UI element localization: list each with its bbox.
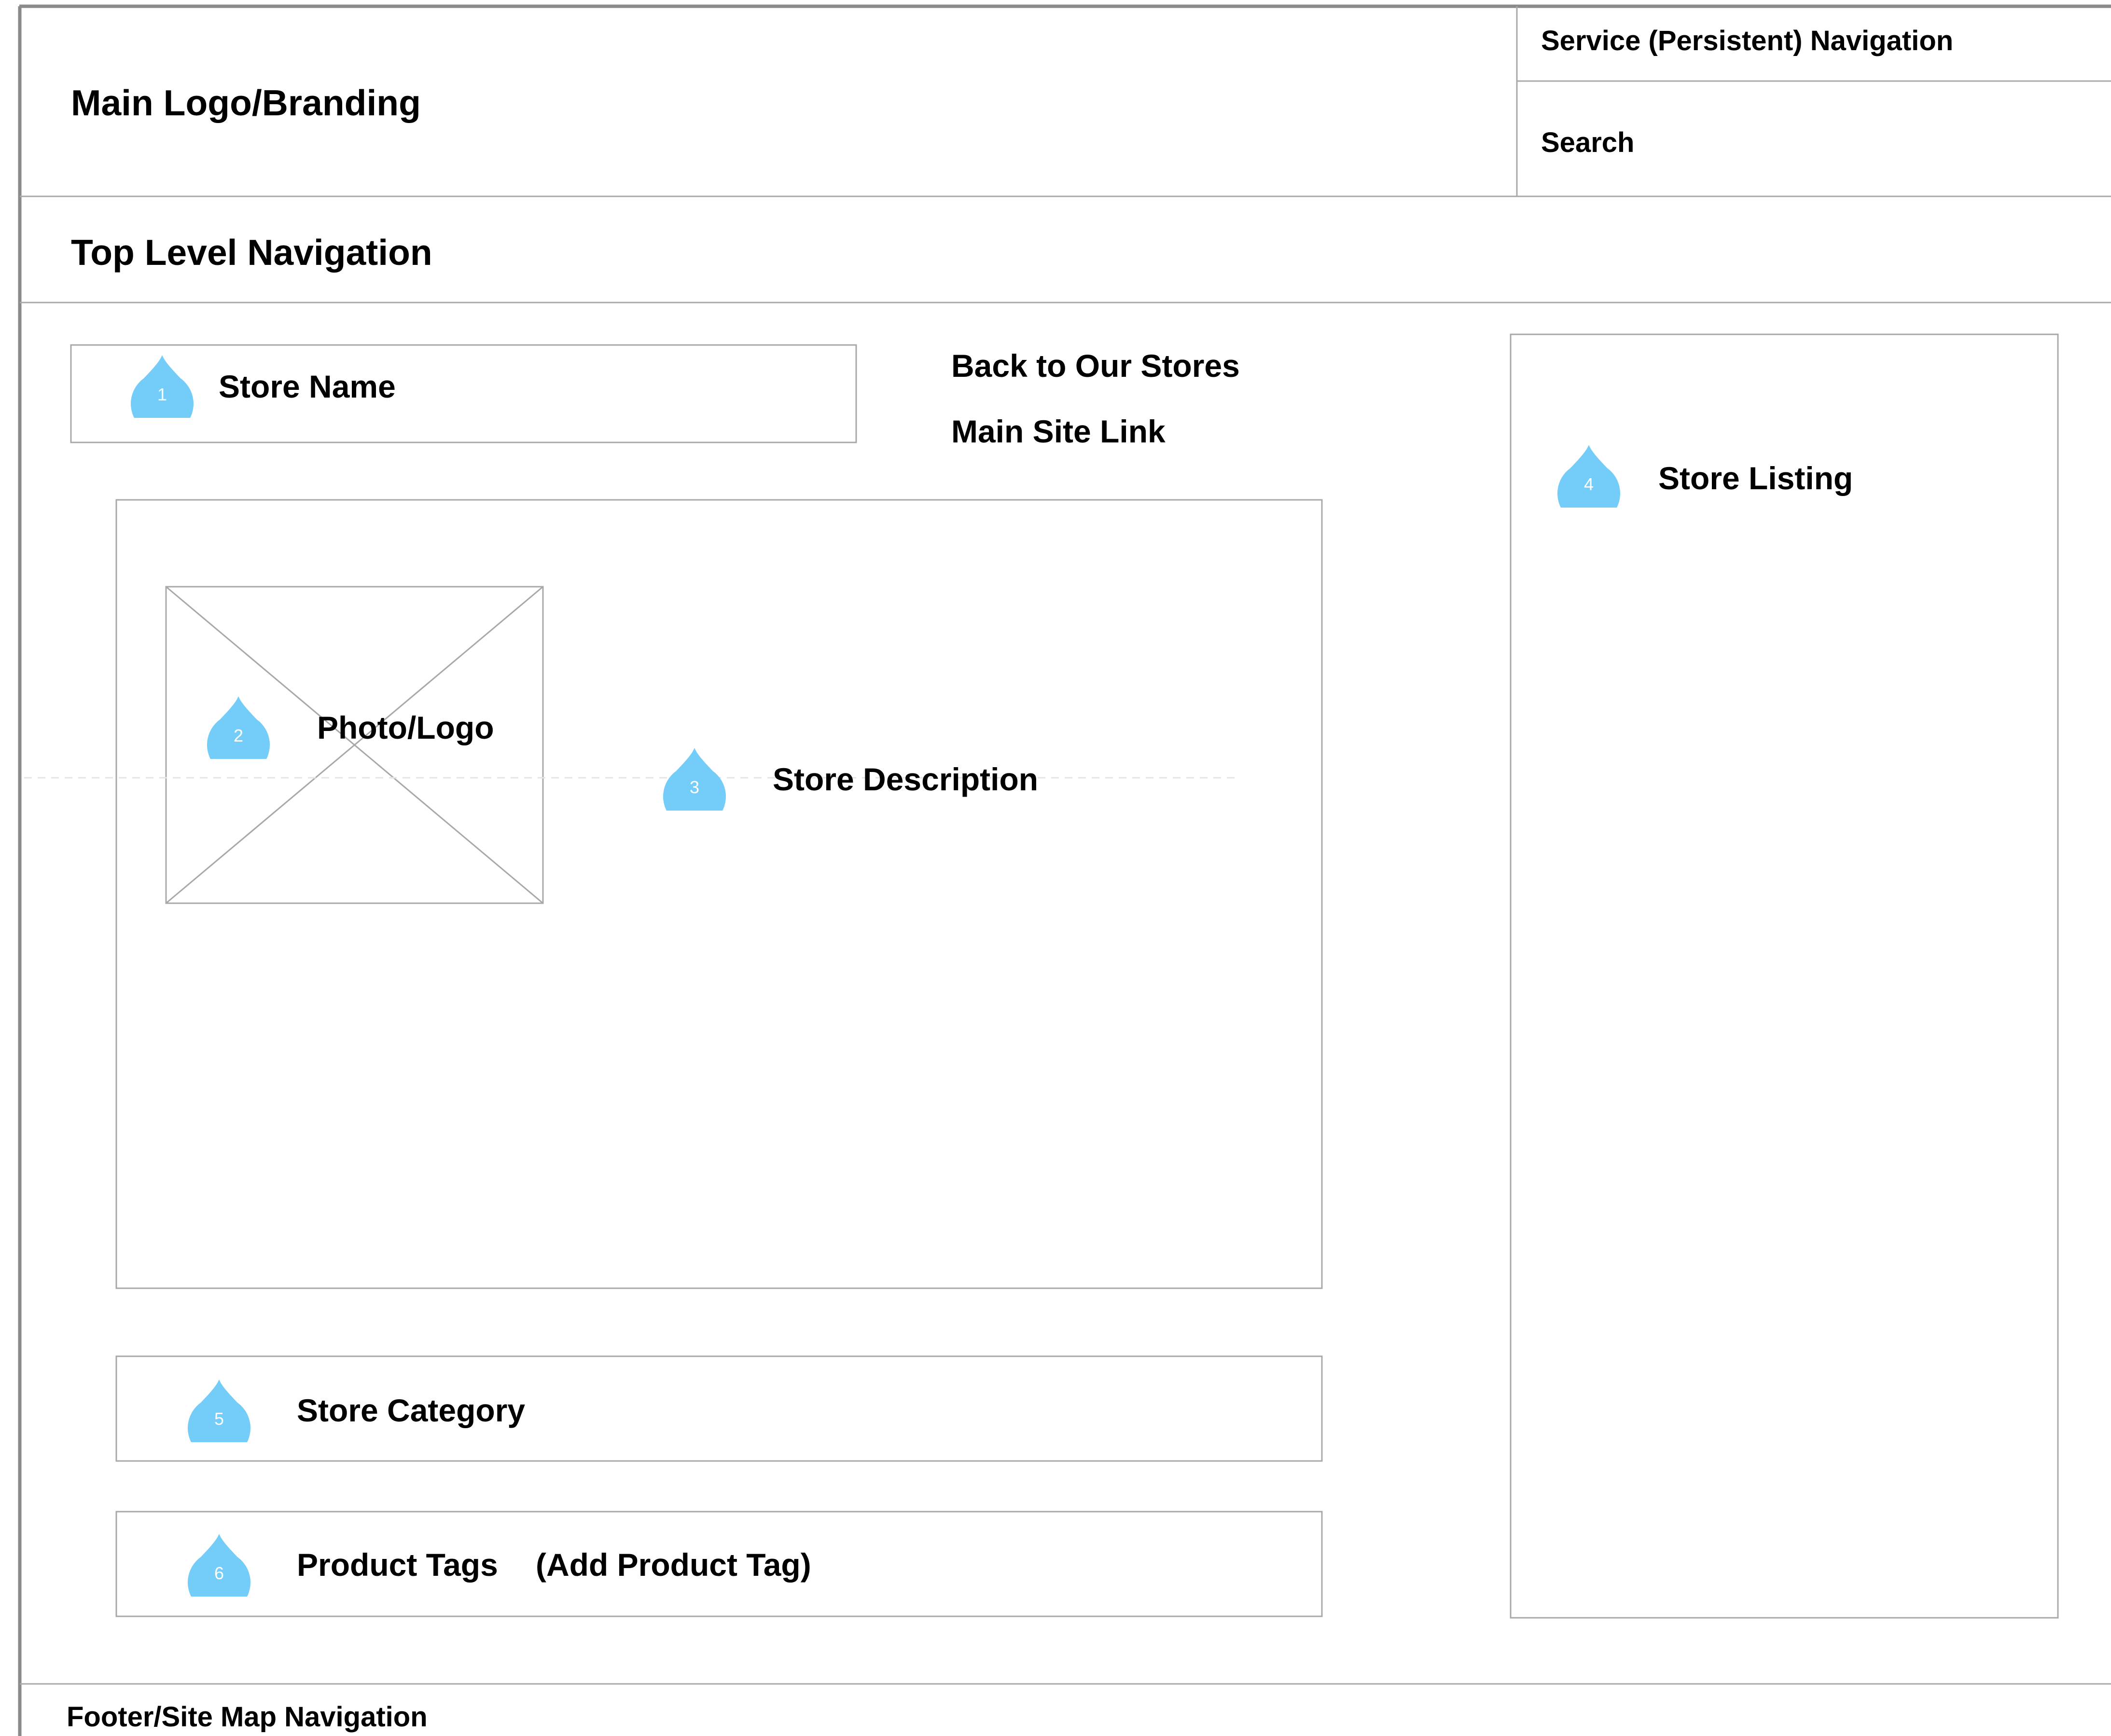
top-level-navigation[interactable]: Top Level Navigation — [71, 234, 432, 271]
product-tags: Product Tags — [297, 1547, 498, 1583]
add-product-tag-link[interactable]: (Add Product Tag) — [536, 1549, 811, 1581]
search-area[interactable]: Search — [1541, 129, 1634, 157]
marker-number: 2 — [233, 726, 244, 745]
marker-number: 5 — [214, 1409, 224, 1429]
footer-site-map-navigation[interactable]: Footer/Site Map Navigation — [67, 1703, 428, 1731]
marker-number: 3 — [689, 777, 700, 797]
back-to-our-stores-link[interactable]: Back to Our Stores — [951, 350, 1240, 382]
store-description-box — [115, 499, 1323, 1289]
marker-number: 4 — [1583, 474, 1594, 494]
marker-1-drop-icon: 1 — [131, 354, 194, 418]
marker-4-drop-icon: 4 — [1557, 444, 1620, 508]
store-name: Store Name — [219, 369, 396, 404]
photo-logo-label: Photo/Logo — [317, 710, 494, 745]
store-category: Store Category — [297, 1392, 526, 1428]
store-listing-box — [1510, 333, 2059, 1619]
marker-2-drop-icon: 2 — [207, 695, 270, 759]
marker-number: 6 — [214, 1563, 224, 1583]
main-site-link[interactable]: Main Site Link — [951, 415, 1166, 447]
store-listing: Store Listing — [1658, 460, 1853, 496]
marker-number: 1 — [157, 385, 167, 404]
service-navigation[interactable]: Service (Persistent) Navigation — [1541, 27, 1953, 55]
main-logo-branding[interactable]: Main Logo/Branding — [71, 85, 421, 121]
store-description: Store Description — [773, 761, 1039, 797]
marker-6-drop-icon: 6 — [188, 1533, 250, 1597]
marker-5-drop-icon: 5 — [188, 1378, 250, 1442]
marker-3-drop-icon: 3 — [663, 747, 726, 811]
